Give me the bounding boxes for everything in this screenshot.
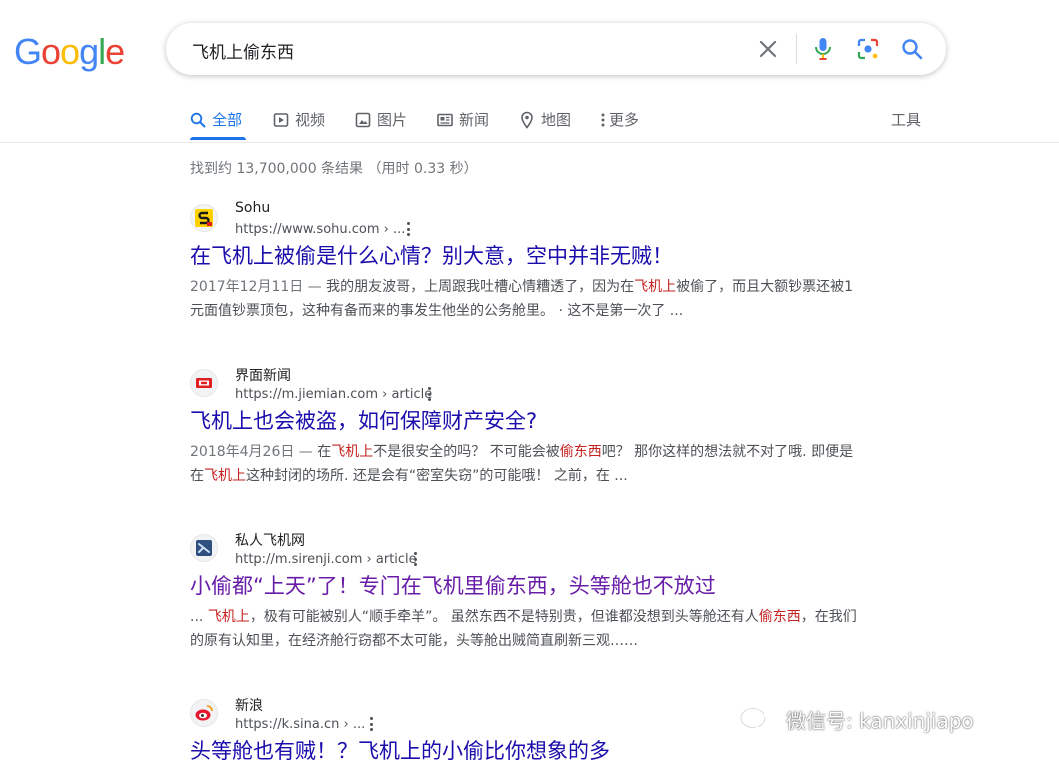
result-title-link[interactable]: 头等舱也有贼！？飞机上的小偷比你想象的多 — [190, 735, 610, 765]
watermark-text: 微信号: kanxinjiapo — [786, 709, 974, 733]
sohu-favicon — [190, 204, 218, 232]
logo-letter: g — [79, 31, 99, 72]
more-vert-icon — [600, 112, 606, 128]
tab-videos[interactable]: 视频 — [273, 109, 325, 130]
search-box[interactable]: 飞机上偷东西 — [166, 23, 946, 75]
snippet-highlight: 飞机上 — [634, 279, 677, 295]
tabs-divider — [0, 142, 1059, 143]
snippet-highlight: 偷东西 — [559, 444, 602, 460]
logo-letter: o — [60, 31, 80, 72]
image-icon — [355, 112, 371, 128]
result-snippet: 2017年12月11日 — 我的朋友波哥，上周跟我吐槽心情糟透了，因为在飞机上被… — [190, 275, 860, 323]
logo-letter: G — [14, 31, 42, 72]
snippet-text: 在 — [317, 444, 332, 460]
tab-label: 图片 — [377, 111, 408, 129]
tab-label: 更多 — [609, 111, 640, 129]
tab-label: 新闻 — [459, 111, 490, 129]
logo-letter: l — [98, 31, 106, 72]
result-snippet: ... 飞机上，极有可能被别人“顺手牵羊”。 虽然东西不是特别贵，但谁都没想到头… — [190, 605, 860, 653]
result-date: 2017年12月11日 — — [190, 279, 327, 295]
tab-label: 视频 — [295, 111, 326, 129]
result-site-name: 私人飞机网 — [235, 533, 305, 549]
result-title-link[interactable]: 飞机上也会被盗，如何保障财产安全? — [190, 405, 537, 435]
sirenji-favicon — [190, 534, 218, 562]
tab-maps[interactable]: 地图 — [519, 109, 571, 130]
snippet-text: 不是很安全的吗？ 不可能会被 — [373, 444, 560, 460]
logo-letter: e — [105, 31, 125, 72]
result-more-icon[interactable] — [424, 385, 434, 403]
play-icon — [273, 112, 289, 128]
search-result: Sohu https://www.sohu.com › ... 在飞机上被偷是什… — [190, 200, 870, 340]
wechat-watermark: 微信号: kanxinjiapo — [738, 705, 974, 734]
snippet-text: 这种封闭的场所. 还是会有“密室失窃”的可能哦！ 之前，在 ... — [246, 468, 628, 484]
active-tab-indicator — [190, 137, 246, 140]
snippet-highlight: 飞机上 — [204, 468, 246, 484]
search-divider — [796, 34, 797, 64]
result-url[interactable]: https://m.jiemian.com › article — [235, 387, 432, 402]
result-more-icon[interactable] — [366, 715, 376, 733]
tab-label: 全部 — [212, 111, 243, 129]
result-date: 2018年4月26日 — — [190, 444, 318, 460]
tab-label: 地图 — [541, 111, 572, 129]
snippet-text: 我的朋友波哥，上周跟我吐槽心情糟透了，因为在 — [326, 279, 635, 295]
search-tabs: 全部 视频 图片 新闻 地图 更多 工具 — [190, 104, 930, 142]
search-input[interactable]: 飞机上偷东西 — [192, 38, 294, 63]
clear-icon[interactable] — [754, 35, 782, 63]
result-snippet: 2018年4月26日 — 在飞机上不是很安全的吗？ 不可能会被偷东西吧？ 那你这… — [190, 440, 860, 488]
result-site-name: 界面新闻 — [235, 368, 291, 384]
result-more-icon[interactable] — [410, 550, 420, 568]
result-url[interactable]: http://m.sirenji.com › article — [235, 552, 417, 567]
tab-all[interactable]: 全部 — [190, 109, 242, 130]
snippet-highlight: 飞机上 — [207, 609, 250, 625]
search-result: 私人飞机网 http://m.sirenji.com › article 小偷都… — [190, 530, 870, 670]
tab-more[interactable]: 更多 — [600, 109, 639, 130]
result-url[interactable]: https://k.sina.cn › ... — [235, 717, 365, 732]
map-pin-icon — [519, 111, 535, 129]
snippet-highlight: 偷东西 — [758, 609, 801, 625]
tools-button[interactable]: 工具 — [891, 109, 921, 130]
snippet-text: ，极有可能被别人“顺手牵羊”。 虽然东西不是特别贵，但谁都没想到头等舱还有人 — [249, 609, 759, 625]
result-site-name: Sohu — [235, 200, 271, 216]
google-logo[interactable]: Google — [14, 31, 125, 73]
tab-images[interactable]: 图片 — [355, 109, 407, 130]
result-stats: 找到约 13,700,000 条结果 （用时 0.33 秒） — [190, 161, 478, 177]
search-icon[interactable] — [898, 35, 926, 63]
jiemian-favicon — [190, 369, 218, 397]
result-url[interactable]: https://www.sohu.com › ... — [235, 222, 405, 237]
news-icon — [437, 112, 453, 128]
result-title-link[interactable]: 在飞机上被偷是什么心情？别大意，空中并非无贼！ — [190, 240, 673, 270]
microphone-icon[interactable] — [809, 35, 837, 63]
snippet-text: ... — [190, 609, 208, 625]
wechat-icon — [738, 706, 778, 734]
tab-news[interactable]: 新闻 — [437, 109, 489, 130]
camera-lens-icon[interactable] — [854, 35, 882, 63]
search-icon — [190, 112, 206, 128]
snippet-highlight: 飞机上 — [331, 444, 374, 460]
search-result: 界面新闻 https://m.jiemian.com › article 飞机上… — [190, 365, 870, 505]
sina-favicon — [190, 699, 218, 727]
result-site-name: 新浪 — [235, 698, 263, 714]
logo-letter: o — [41, 31, 61, 72]
result-more-icon[interactable] — [403, 220, 413, 238]
result-title-link[interactable]: 小偷都“上天”了！专门在飞机里偷东西，头等舱也不放过 — [190, 570, 716, 600]
